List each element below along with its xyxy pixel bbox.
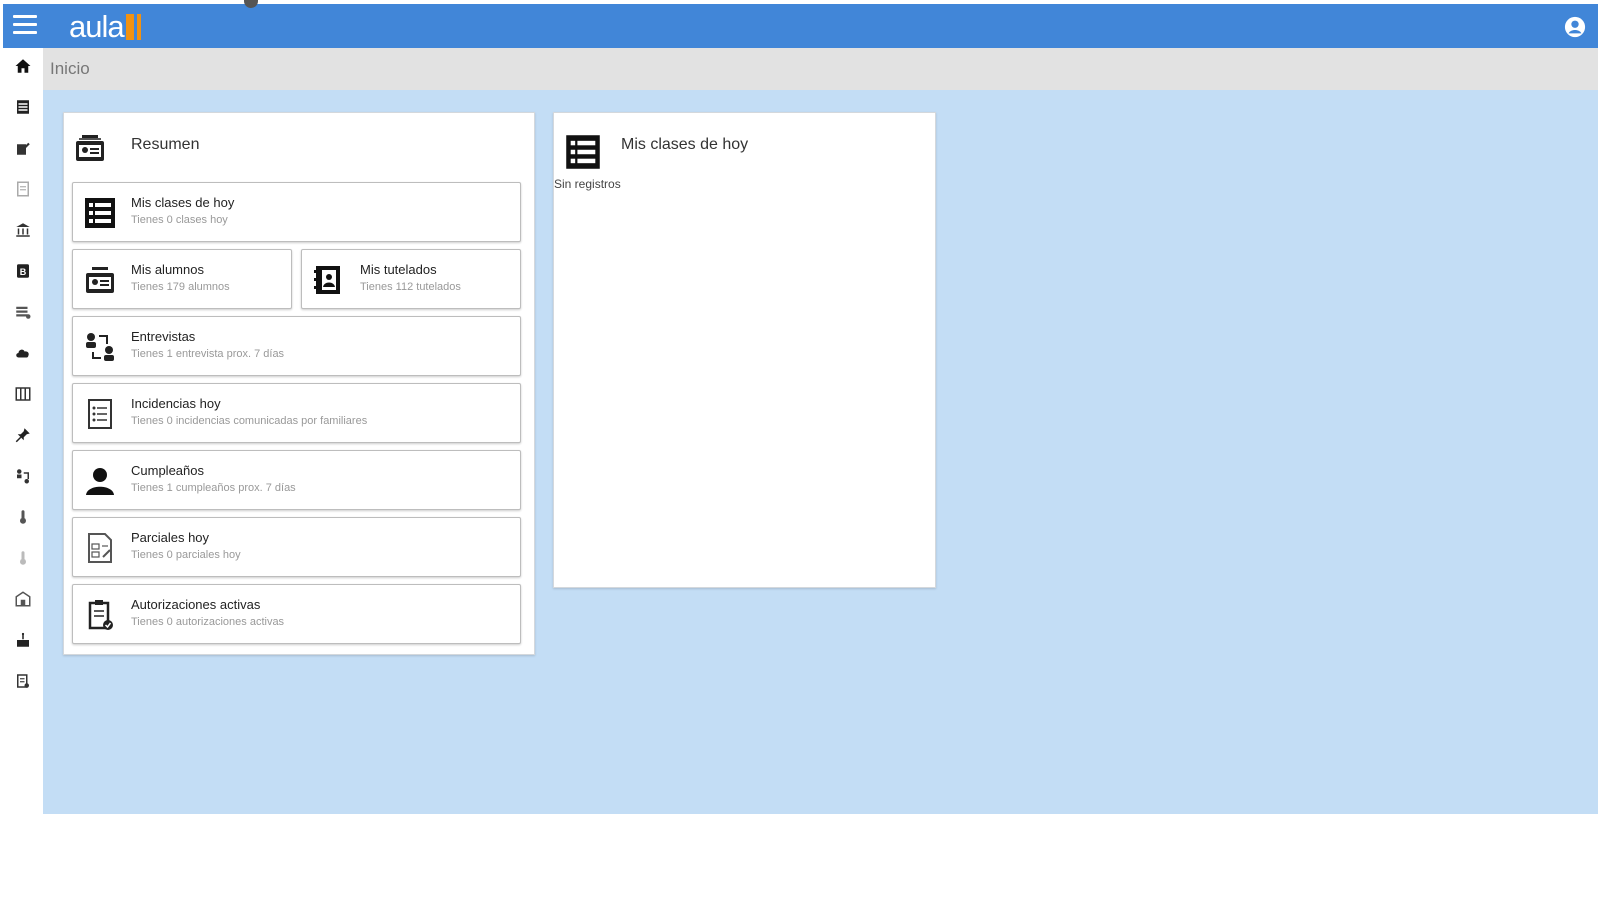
card-subtitle: Tienes 0 parciales hoy <box>131 549 241 561</box>
report-icon <box>83 397 117 431</box>
card-title: Autorizaciones activas <box>131 597 261 612</box>
top-bar: aula <box>3 4 1598 48</box>
cake-icon[interactable] <box>13 630 33 650</box>
card-subtitle: Tienes 1 entrevista prox. 7 días <box>131 348 285 360</box>
logo-bar-small <box>136 14 141 40</box>
card-mis-alumnos[interactable]: Mis alumnos Tienes 179 alumnos <box>72 249 292 309</box>
card-subtitle: Tienes 179 alumnos <box>131 281 230 293</box>
card-parciales[interactable]: Parciales hoy Tienes 0 parciales hoy <box>72 517 521 577</box>
card-subtitle: Tienes 0 autorizaciones activas <box>131 616 285 628</box>
home-icon[interactable] <box>13 56 33 76</box>
user-circle-icon[interactable] <box>1564 16 1586 38</box>
logo[interactable]: aula <box>69 9 141 44</box>
calendar-icon[interactable] <box>13 97 33 117</box>
interview-icon <box>83 330 117 364</box>
card-incidencias[interactable]: Incidencias hoy Tienes 0 incidencias com… <box>72 383 521 443</box>
contacts-book-icon <box>312 263 346 297</box>
empty-state-text: Sin registros <box>554 177 621 191</box>
clipboard-icon[interactable] <box>13 671 33 691</box>
logo-text: aula <box>69 9 125 44</box>
columns-icon[interactable] <box>13 384 33 404</box>
list-icon[interactable] <box>13 302 33 322</box>
svg-text:B: B <box>20 267 27 277</box>
card-title: Mis clases de hoy <box>131 195 235 210</box>
clipboard-check-icon <box>83 598 117 632</box>
person-icon <box>83 464 117 498</box>
main-content: Resumen Mis clases de hoy Tienes 0 clase… <box>43 90 1598 814</box>
card-autorizaciones[interactable]: Autorizaciones activas Tienes 0 autoriza… <box>72 584 521 644</box>
building-icon[interactable] <box>13 589 33 609</box>
card-title: Mis alumnos <box>131 262 204 277</box>
pin-icon[interactable] <box>13 425 33 445</box>
hamburger-icon[interactable] <box>13 15 37 37</box>
card-mis-clases[interactable]: Mis clases de hoy Tienes 0 clases hoy <box>72 182 521 242</box>
card-subtitle: Tienes 112 tutelados <box>360 281 461 293</box>
card-cumpleanos[interactable]: Cumpleaños Tienes 1 cumpleaños prox. 7 d… <box>72 450 521 510</box>
clases-panel: Mis clases de hoy Sin registros <box>553 112 936 588</box>
sidebar: B <box>3 48 43 814</box>
book-icon[interactable]: B <box>13 261 33 281</box>
card-subtitle: Tienes 0 incidencias comunicadas por fam… <box>131 415 368 427</box>
students-icon <box>83 263 117 297</box>
card-subtitle: Tienes 0 clases hoy <box>131 214 228 226</box>
card-entrevistas[interactable]: Entrevistas Tienes 1 entrevista prox. 7 … <box>72 316 521 376</box>
card-title: Mis tutelados <box>360 262 437 277</box>
card-title: Entrevistas <box>131 329 196 344</box>
students-icon <box>76 135 104 161</box>
cloud-icon[interactable] <box>13 343 33 363</box>
card-mis-tutelados[interactable]: Mis tutelados Tienes 112 tutelados <box>301 249 521 309</box>
list-icon <box>83 196 117 230</box>
breadcrumb[interactable]: Inicio <box>50 59 90 79</box>
thermometer-icon[interactable] <box>13 507 33 527</box>
marker-icon[interactable] <box>13 548 33 568</box>
card-title: Incidencias hoy <box>131 396 221 411</box>
resumen-panel: Resumen Mis clases de hoy Tienes 0 clase… <box>63 112 535 655</box>
resumen-title: Resumen <box>131 136 200 153</box>
card-subtitle: Tienes 1 cumpleaños prox. 7 días <box>131 482 296 494</box>
bank-icon[interactable] <box>13 220 33 240</box>
card-title: Cumpleaños <box>131 463 204 478</box>
list-icon <box>566 135 600 169</box>
swap-icon[interactable] <box>13 466 33 486</box>
document-icon[interactable] <box>13 179 33 199</box>
logo-bar <box>125 14 134 40</box>
edit-icon[interactable] <box>13 138 33 158</box>
clases-panel-title: Mis clases de hoy <box>621 136 749 153</box>
breadcrumb-bar: Inicio <box>43 48 1598 90</box>
card-title: Parciales hoy <box>131 530 210 545</box>
exam-icon <box>83 531 117 565</box>
